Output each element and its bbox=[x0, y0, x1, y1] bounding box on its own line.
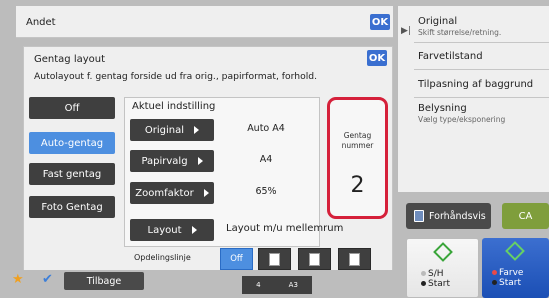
check-icon[interactable]: ✔ bbox=[42, 272, 53, 287]
side-collapse-icon[interactable]: ▶| bbox=[401, 26, 411, 36]
arrow-right-icon bbox=[203, 189, 209, 197]
favorite-star-icon[interactable]: ★ bbox=[12, 272, 24, 287]
paper-value: A4 bbox=[259, 154, 273, 165]
separator-off-button[interactable]: Off bbox=[220, 248, 253, 270]
clear-all-button[interactable]: CA bbox=[502, 203, 549, 229]
side-divider bbox=[414, 42, 549, 43]
start-color-button[interactable]: Farve Start bbox=[482, 238, 549, 298]
page-solid-icon bbox=[269, 252, 280, 266]
bw-dot-icon bbox=[421, 281, 426, 286]
header-ok-button[interactable]: OK bbox=[370, 14, 390, 30]
back-button[interactable]: Tilbage bbox=[64, 272, 144, 290]
page-dashed-icon bbox=[309, 252, 320, 266]
original-value: Auto A4 bbox=[247, 123, 285, 134]
side-divider bbox=[414, 97, 549, 98]
start-diamond-icon bbox=[433, 242, 453, 262]
mode-off-button[interactable]: Off bbox=[29, 97, 115, 119]
preview-icon bbox=[414, 210, 424, 222]
arrow-right-icon bbox=[191, 226, 197, 234]
page-frame-icon bbox=[349, 252, 360, 266]
arrow-right-icon bbox=[194, 126, 200, 134]
separator-line-label: Opdelingslinje bbox=[134, 253, 191, 262]
current-settings-title: Aktuel indstilling bbox=[132, 101, 216, 112]
color-dot-icon bbox=[492, 270, 497, 275]
bw-dot-icon bbox=[421, 271, 426, 276]
bottom-bar bbox=[0, 270, 400, 298]
separator-dashed-button[interactable] bbox=[298, 248, 331, 270]
dialog-ok-button[interactable]: OK bbox=[367, 50, 387, 66]
separator-frame-button[interactable] bbox=[338, 248, 371, 270]
color-dot-icon bbox=[492, 280, 497, 285]
zoom-value: 65% bbox=[255, 186, 277, 197]
paper-select-button[interactable]: Papirvalg bbox=[130, 150, 214, 172]
zoom-button[interactable]: Zoomfaktor bbox=[130, 182, 214, 204]
original-button[interactable]: Original bbox=[130, 119, 214, 141]
side-item-background[interactable]: Tilpasning af baggrund bbox=[418, 79, 549, 90]
preview-button[interactable]: Forhåndsvis bbox=[406, 203, 491, 229]
side-item-color-mode[interactable]: Farvetilstand bbox=[418, 51, 549, 62]
mode-fixed-repeat-button[interactable]: Fast gentag bbox=[29, 163, 115, 185]
layout-button[interactable]: Layout bbox=[130, 219, 214, 241]
mode-auto-repeat-button[interactable]: Auto-gentag bbox=[29, 132, 115, 154]
dialog-description: Autolayout f. gentag forside ud fra orig… bbox=[34, 71, 318, 82]
side-item-exposure[interactable]: Belysning Vælg type/eksponering bbox=[418, 103, 549, 124]
paper-indicator: 4 A3 bbox=[242, 276, 312, 294]
separator-solid-button[interactable] bbox=[258, 248, 291, 270]
start-diamond-icon bbox=[505, 241, 525, 261]
header-bar bbox=[16, 6, 393, 38]
side-divider bbox=[414, 69, 549, 70]
start-bw-button[interactable]: S/H Start bbox=[406, 238, 479, 298]
repeat-number-label: Gentag nummer bbox=[341, 131, 374, 150]
mode-photo-repeat-button[interactable]: Foto Gentag bbox=[29, 196, 115, 218]
repeat-number-box bbox=[327, 97, 388, 219]
repeat-number-value: 2 bbox=[350, 173, 365, 198]
layout-value: Layout m/u mellemrum bbox=[226, 223, 344, 234]
dialog-title: Gentag layout bbox=[34, 54, 106, 65]
arrow-right-icon bbox=[197, 157, 203, 165]
header-title: Andet bbox=[26, 17, 56, 28]
side-item-original[interactable]: Original Skift størrelse/retning. bbox=[418, 16, 549, 37]
